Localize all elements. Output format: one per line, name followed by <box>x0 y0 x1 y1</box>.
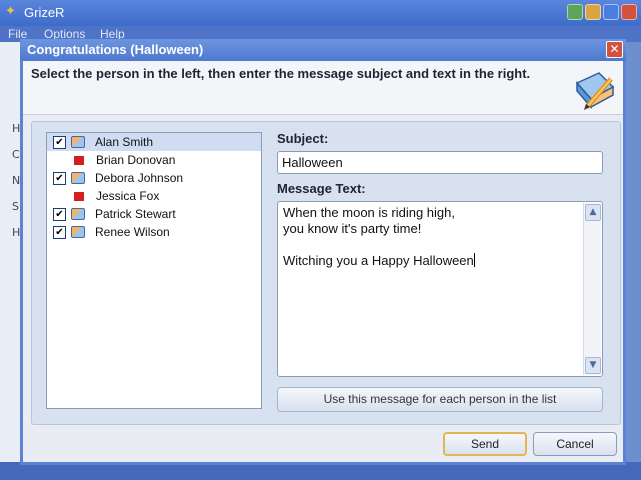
dialog-close-icon[interactable]: ✕ <box>606 41 623 58</box>
dialog-title: Congratulations (Halloween) <box>27 42 204 57</box>
app-window-controls <box>567 4 637 20</box>
person-row[interactable]: ✔ Alan Smith <box>47 133 261 151</box>
dialog-titlebar: Congratulations (Halloween) ✕ <box>20 39 626 61</box>
person-name: Alan Smith <box>95 135 154 149</box>
scroll-up-icon[interactable]: ▲ <box>585 204 601 221</box>
subject-label: Subject: <box>277 131 329 146</box>
side-letter: N <box>12 174 21 187</box>
app-minimize-icon[interactable] <box>585 4 601 20</box>
app-titlebar: ✦ GrizeR <box>0 0 641 26</box>
instruction-text: Select the person in the left, then ente… <box>31 66 531 81</box>
person-name: Brian Donovan <box>96 153 176 167</box>
message-text: When the moon is riding high, you know i… <box>283 205 474 268</box>
side-letter: S <box>12 200 19 213</box>
person-name: Debora Johnson <box>95 171 184 185</box>
use-for-all-button[interactable]: Use this message for each person in the … <box>277 387 603 412</box>
person-name: Jessica Fox <box>96 189 160 203</box>
person-row[interactable]: ✔ Debora Johnson <box>47 169 261 187</box>
red-flag-icon <box>74 191 84 201</box>
app-close-icon[interactable] <box>621 4 637 20</box>
person-row[interactable]: ✔ Patrick Stewart <box>47 205 261 223</box>
app-icon: ✦ <box>5 4 16 19</box>
person-name: Patrick Stewart <box>95 207 176 221</box>
checkbox[interactable]: ✔ <box>53 171 66 185</box>
subject-input[interactable]: Halloween <box>277 151 603 174</box>
person-name: Renee Wilson <box>95 225 170 239</box>
app-title: GrizeR <box>24 5 65 20</box>
cancel-button[interactable]: Cancel <box>533 432 617 456</box>
checkbox-placeholder <box>53 190 66 203</box>
send-button[interactable]: Send <box>443 432 527 456</box>
message-label: Message Text: <box>277 181 366 196</box>
scroll-down-icon[interactable]: ▼ <box>585 357 601 374</box>
checkbox-placeholder <box>53 154 66 167</box>
checkbox[interactable]: ✔ <box>53 135 66 149</box>
red-flag-icon <box>74 155 84 165</box>
content-panel: ✔ Alan Smith Brian Donovan ✔ Debora Johnson J… <box>31 121 621 425</box>
text-caret <box>473 253 475 267</box>
side-letter: C <box>12 148 20 161</box>
envelope-icon <box>71 172 85 184</box>
person-row[interactable]: ✔ Renee Wilson <box>47 223 261 241</box>
app-sidebar: H C N S H <box>0 42 22 462</box>
congratulations-dialog: Congratulations (Halloween) ✕ Select the… <box>20 39 626 465</box>
envelope-icon <box>71 226 85 238</box>
envelope-icon <box>71 136 85 148</box>
people-list[interactable]: ✔ Alan Smith Brian Donovan ✔ Debora Johnson J… <box>46 132 262 409</box>
envelope-icon <box>71 208 85 220</box>
checkbox[interactable]: ✔ <box>53 225 66 239</box>
checkbox[interactable]: ✔ <box>53 207 66 221</box>
app-maximize-icon[interactable] <box>603 4 619 20</box>
envelope-pencil-icon <box>575 72 615 110</box>
dialog-header: Select the person in the left, then ente… <box>23 61 623 115</box>
person-row[interactable]: Brian Donovan <box>47 151 261 169</box>
message-scrollbar[interactable]: ▲ ▼ <box>583 203 601 375</box>
message-textarea[interactable]: When the moon is riding high, you know i… <box>277 201 603 377</box>
app-help-icon[interactable] <box>567 4 583 20</box>
person-row[interactable]: Jessica Fox <box>47 187 261 205</box>
